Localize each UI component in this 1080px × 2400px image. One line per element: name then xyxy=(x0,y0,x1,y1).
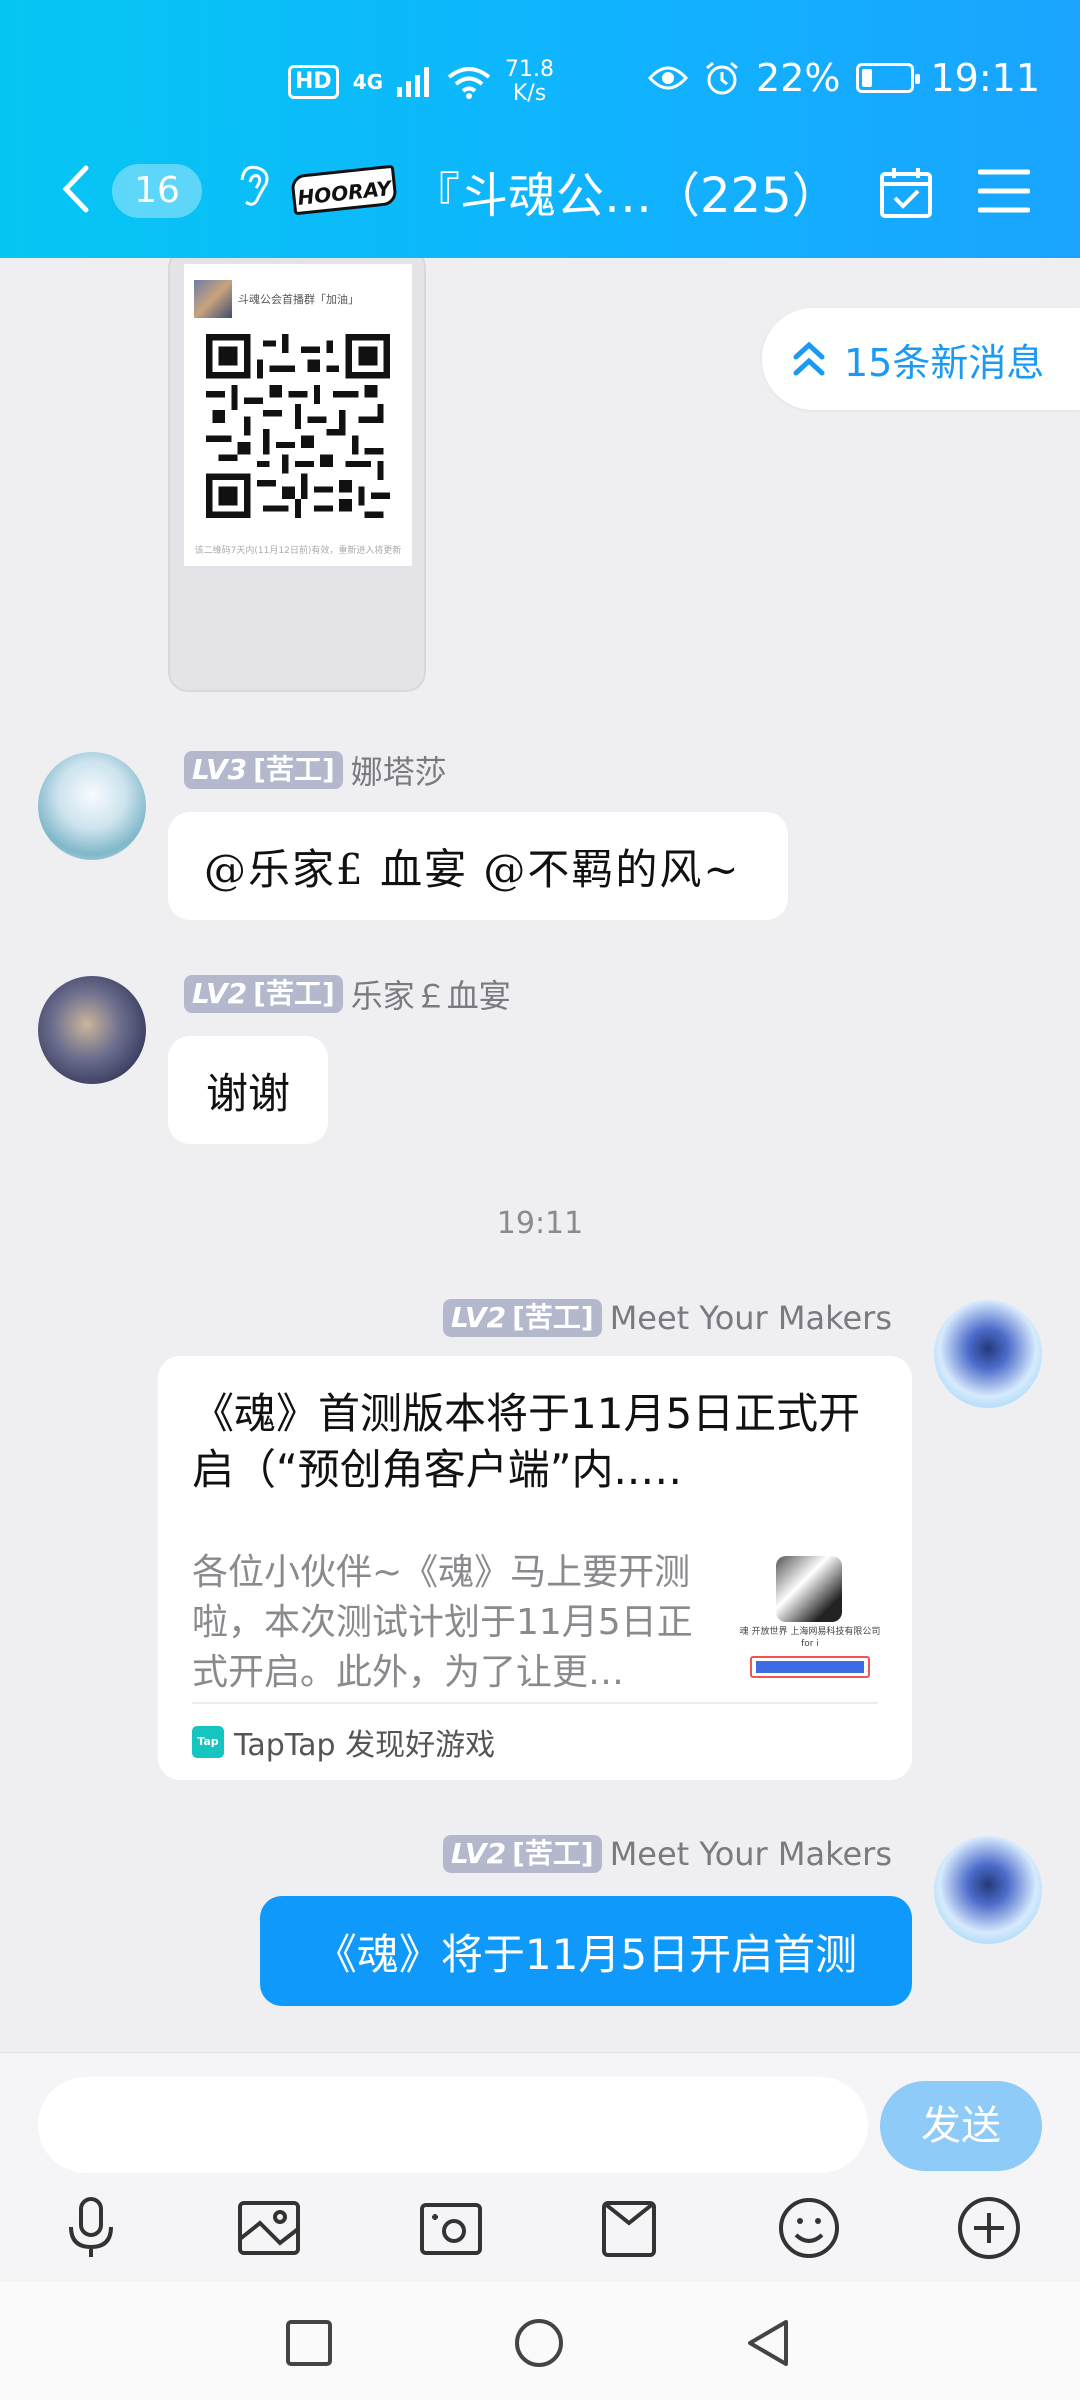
thumbnail-button xyxy=(750,1656,870,1678)
plus-icon[interactable] xyxy=(954,2193,1024,2263)
back-nav-icon[interactable] xyxy=(742,2316,796,2370)
qr-footer: 该二维码7天内(11月12日前)有效，重新进入将更新 xyxy=(194,546,402,556)
level-badge: LV3 [苦工] xyxy=(184,751,343,789)
message-meta: LV2 [苦工] Meet Your Makers xyxy=(442,1834,892,1874)
message-meta: LV2 [苦工] 乐家￡血宴 xyxy=(184,971,511,1017)
qr-header: 斗魂公会首播群「加油」 xyxy=(194,280,359,318)
avatar[interactable] xyxy=(934,1836,1042,1944)
message-meta: LV2 [苦工] Meet Your Makers xyxy=(442,1298,892,1338)
level-text: LV3 xyxy=(192,753,248,786)
share-title: 《魂》首测版本将于11月5日正式开启（“预创角客户端”内..… xyxy=(192,1389,861,1494)
battery-percent: 22% xyxy=(756,56,841,100)
rank-text: [苦工] xyxy=(253,753,335,786)
source-label: TapTap 发现好游戏 xyxy=(234,1728,496,1763)
share-source: Tap TapTap 发现好游戏 xyxy=(192,1720,495,1764)
ear-icon[interactable] xyxy=(234,162,274,223)
group-thumbnail xyxy=(194,280,232,318)
sender-name[interactable]: 乐家￡血宴 xyxy=(351,971,511,1017)
recents-icon[interactable] xyxy=(282,2316,336,2370)
group-logo: HOORAY xyxy=(290,164,398,216)
network-speed: 71.8 K/s xyxy=(505,58,554,106)
hd-badge: HD xyxy=(288,65,339,99)
game-icon xyxy=(776,1556,842,1622)
thumbnail-text: 魂 开放世界 上海网易科技有限公司 for i xyxy=(739,1627,881,1649)
menu-icon[interactable] xyxy=(978,168,1030,214)
image-icon[interactable] xyxy=(234,2193,304,2263)
send-button[interactable]: 发送 xyxy=(880,2081,1042,2171)
composer-toolbar xyxy=(0,2193,1080,2273)
avatar[interactable] xyxy=(38,976,146,1084)
level-badge: LV2 [苦工] xyxy=(184,975,343,1013)
new-messages-label: 15条新消息 xyxy=(844,340,1045,385)
emoji-icon[interactable] xyxy=(774,2193,844,2263)
avatar[interactable] xyxy=(934,1300,1042,1408)
level-badge: LV2 [苦工] xyxy=(442,1299,602,1337)
message-meta: LV3 [苦工] 娜塔莎 xyxy=(184,747,447,793)
system-navigation-bar xyxy=(0,2282,1080,2400)
qr-code xyxy=(206,334,390,518)
message-input[interactable] xyxy=(38,2077,868,2173)
battery-icon xyxy=(856,63,921,93)
home-icon[interactable] xyxy=(512,2316,566,2370)
taptap-icon: Tap xyxy=(192,1726,224,1758)
speed-value: 71.8 xyxy=(505,57,555,82)
status-bar: HD 4G 71.8 K/s 22% 19:11 xyxy=(0,50,1080,110)
rank-text: [苦工] xyxy=(253,977,335,1010)
message-bubble-self[interactable]: 《魂》将于11月5日开启首测 xyxy=(260,1896,912,2006)
level-text: LV2 xyxy=(450,1837,507,1870)
camera-icon[interactable] xyxy=(416,2193,486,2263)
share-thumbnail: 魂 开放世界 上海网易科技有限公司 for i xyxy=(738,1552,882,1696)
level-text: LV2 xyxy=(192,977,248,1010)
time-divider: 19:11 xyxy=(496,1206,584,1241)
qr-header-text: 斗魂公会首播群「加油」 xyxy=(238,293,359,306)
image-message[interactable]: 斗魂公会首播群「加油」 该二维码7天内(11月12日前)有效，重新进入将更新 xyxy=(168,258,426,692)
chat-title[interactable]: 『斗魂公…（225） xyxy=(412,156,840,226)
eye-icon xyxy=(648,66,689,90)
alarm-icon xyxy=(706,61,738,95)
file-icon[interactable] xyxy=(594,2193,664,2263)
composer: 发送 xyxy=(0,2052,1080,2282)
clock: 19:11 xyxy=(930,56,1040,100)
divider xyxy=(192,1702,878,1704)
back-icon[interactable] xyxy=(56,164,96,214)
chat-header: HD 4G 71.8 K/s 22% 19:11 16 HOORAY 『斗魂公…… xyxy=(0,0,1080,258)
message-list[interactable]: 斗魂公会首播群「加油」 该二维码7天内(11月12日前)有效，重新进入将更新 1… xyxy=(0,258,1080,2052)
share-description: 各位小伙伴~《魂》马上要开测啦，本次测试计划于11月5日正式开启。此外，为了让更… xyxy=(192,1552,693,1693)
qr-code-image[interactable]: 斗魂公会首播群「加油」 该二维码7天内(11月12日前)有效，重新进入将更新 xyxy=(184,264,412,566)
rank-text: [苦工] xyxy=(512,1837,594,1870)
rank-text: [苦工] xyxy=(512,1301,594,1334)
mic-icon[interactable] xyxy=(56,2193,126,2263)
message-bubble[interactable]: 谢谢 xyxy=(168,1036,328,1144)
new-messages-pill[interactable]: 15条新消息 xyxy=(762,308,1080,410)
sender-name[interactable]: Meet Your Makers xyxy=(610,1299,892,1337)
unread-count-badge[interactable]: 16 xyxy=(112,164,202,218)
cell-signal-icon xyxy=(397,67,430,97)
level-text: LV2 xyxy=(450,1301,507,1334)
avatar[interactable] xyxy=(38,752,146,860)
level-badge: LV2 [苦工] xyxy=(442,1835,602,1873)
sender-name[interactable]: Meet Your Makers xyxy=(610,1835,892,1873)
calendar-check-icon[interactable] xyxy=(878,164,934,220)
double-chevron-up-icon xyxy=(793,341,825,376)
speed-unit: K/s xyxy=(512,81,547,106)
message-bubble[interactable]: @乐家£ 血宴 @不羁的风~ xyxy=(168,812,788,920)
sender-name[interactable]: 娜塔莎 xyxy=(351,747,447,793)
wifi-icon xyxy=(447,67,491,99)
network-label: 4G xyxy=(352,70,384,94)
link-share-card[interactable]: 《魂》首测版本将于11月5日正式开启（“预创角客户端”内..… 各位小伙伴~《魂… xyxy=(158,1356,912,1780)
